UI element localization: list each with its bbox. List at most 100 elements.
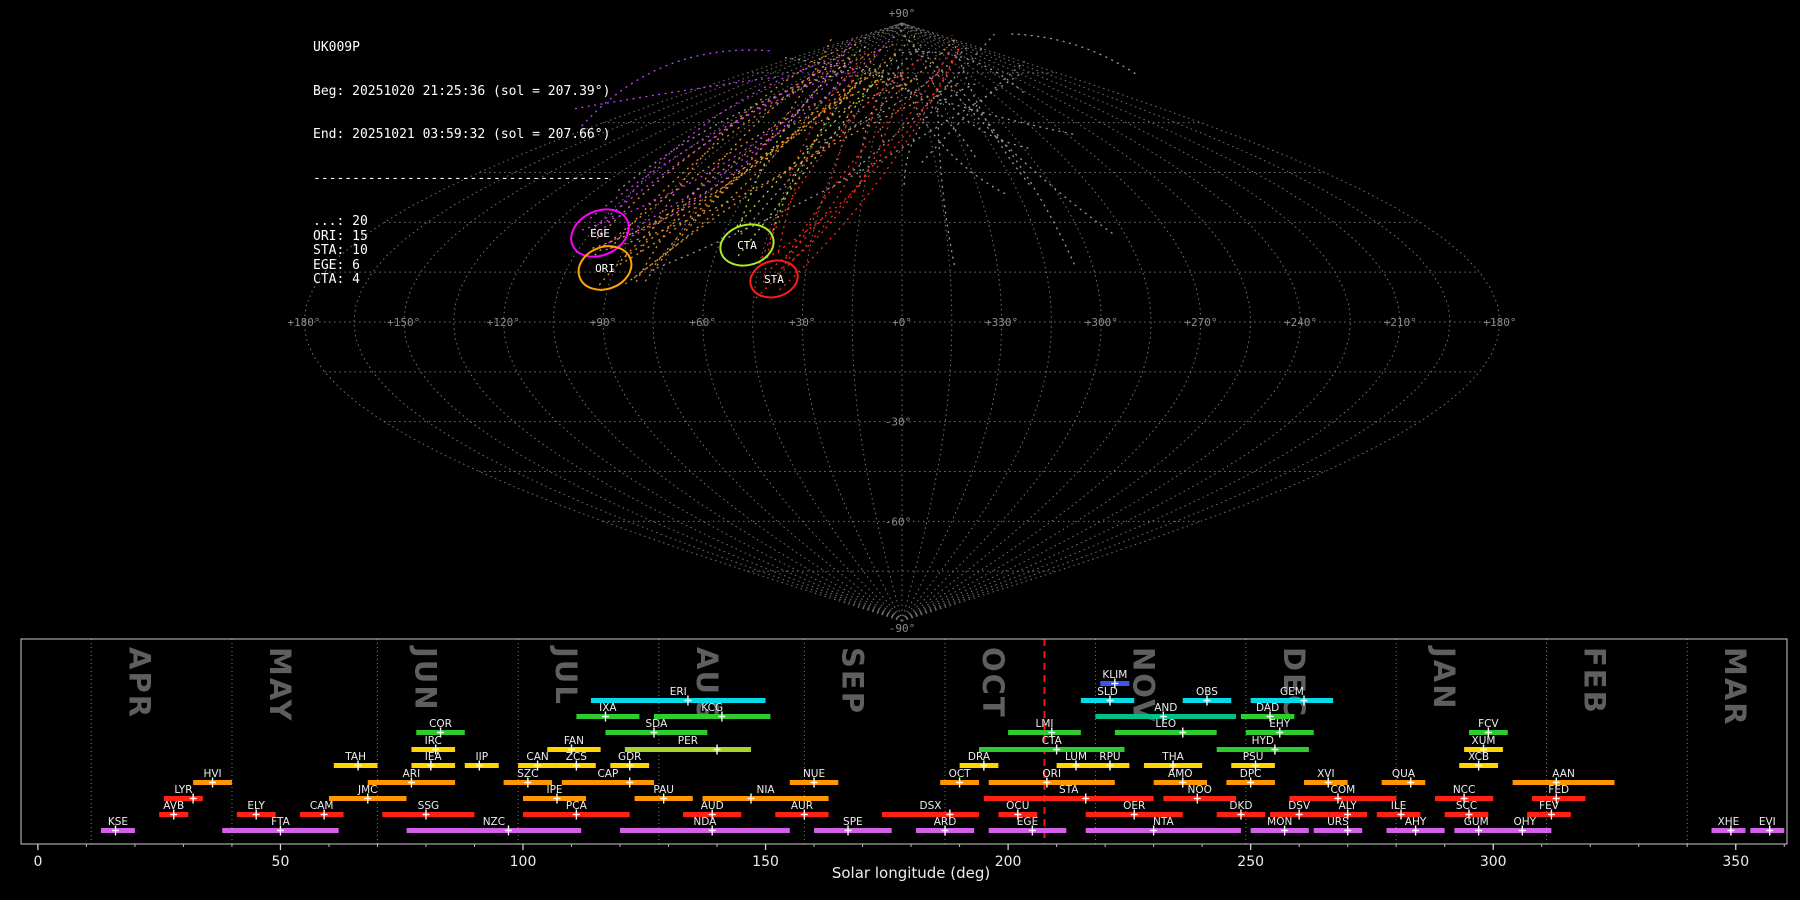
equator-longitude-label: +330°	[985, 316, 1018, 329]
shower-code-label: IEA	[425, 751, 443, 763]
shower-bar-GUM: GUM	[1454, 816, 1499, 836]
shower-code-label: MON	[1267, 816, 1292, 828]
shower-bar-SZC: SZC	[503, 768, 553, 788]
x-tick-label: 150	[752, 854, 779, 870]
shower-code-label: KCG	[701, 702, 723, 714]
x-tick-label: 50	[272, 854, 290, 870]
shower-bar-ERI: ERI	[590, 686, 766, 706]
shower-code-label: SPE	[843, 816, 863, 828]
shower-code-label: LMI	[1035, 718, 1053, 730]
count-line: CTA: 4	[313, 272, 360, 287]
shower-code-label: EGE	[1017, 816, 1038, 828]
meteor-radiant-report: EGE ORI CTA STA +180° +150° +120° +90° +60° +30° +…	[0, 0, 1800, 900]
shower-code-label: CTA	[1042, 735, 1063, 747]
shower-code-label: CAM	[310, 800, 334, 812]
shower-code-label: SLD	[1097, 686, 1118, 698]
shower-code-label: NDA	[693, 816, 717, 828]
shower-code-label: NIA	[756, 784, 775, 796]
shower-bar-AUR: AUR	[775, 800, 829, 820]
equator-longitude-label: +150°	[387, 316, 420, 329]
shower-bar-ARI: ARI	[367, 768, 456, 788]
shower-code-label: XVI	[1317, 768, 1334, 780]
shower-bar-URS: URS	[1313, 816, 1363, 836]
equator-longitude-label: +240°	[1284, 316, 1317, 329]
shower-code-label: TAH	[344, 751, 366, 763]
shower-code-label: IRC	[425, 735, 442, 747]
equator-longitude-label: +300°	[1085, 316, 1118, 329]
shower-code-label: DRA	[968, 751, 991, 763]
activity-bar	[1313, 828, 1363, 833]
meteor-trail	[776, 65, 854, 275]
shower-bar-ARD: ARD	[915, 816, 975, 836]
activity-bar	[590, 698, 766, 703]
pole-bottom-label: -90°	[889, 622, 916, 635]
shower-code-label: XHE	[1718, 816, 1740, 828]
month-label: MAY	[263, 647, 297, 723]
shower-code-label: NTA	[1153, 816, 1174, 828]
equator-longitude-label: +180°	[1483, 316, 1516, 329]
shower-bar-XHE: XHE	[1711, 816, 1746, 836]
equator-longitude-label: +90°	[590, 316, 617, 329]
pole-top-label: +90°	[889, 7, 916, 20]
equator-longitude-label: +0°	[892, 316, 912, 329]
shower-code-label: FAN	[564, 735, 584, 747]
meteor-trail	[880, 80, 1074, 135]
meteor-trail	[780, 56, 916, 80]
meteor-trail	[899, 51, 1024, 94]
trail-group-sporadic	[617, 29, 1136, 272]
activity-bar	[881, 812, 979, 817]
shower-bar-HVI: HVI	[193, 768, 232, 788]
equator-longitude-label: +180°	[287, 316, 320, 329]
meteor-trail	[605, 38, 956, 251]
x-tick-label: 350	[1722, 854, 1749, 870]
shower-code-label: PER	[678, 735, 698, 747]
shower-code-label: FEV	[1539, 800, 1560, 812]
header-divider: --------------------------------------	[313, 170, 611, 186]
activity-bar	[620, 828, 790, 833]
x-tick-label: 0	[33, 854, 42, 870]
shower-bar-DSX: DSX	[881, 800, 979, 820]
equator-longitude-label: +210°	[1384, 316, 1417, 329]
shower-bar-SSG: SSG	[382, 800, 475, 820]
x-tick-label: 250	[1237, 854, 1264, 870]
shower-code-label: PSU	[1243, 751, 1264, 763]
shower-bar-SLD: SLD	[1080, 686, 1135, 706]
meteor-trail	[937, 86, 955, 266]
activity-bar	[1085, 828, 1241, 833]
shower-bar-KCG: KCG	[653, 702, 771, 722]
shower-code-label: SCC	[1456, 800, 1477, 812]
equator-longitude-label: +30°	[789, 316, 816, 329]
x-tick-label: 100	[510, 854, 537, 870]
trail-group-ORI	[592, 32, 961, 286]
month-label: FEB	[1578, 647, 1612, 715]
shower-bar-ZCS: ZCS	[556, 751, 596, 771]
activity-bar	[814, 828, 892, 833]
count-line: ...: 20	[313, 214, 368, 229]
equator-longitude-label: +60°	[689, 316, 716, 329]
shower-bar-IXA: IXA	[576, 702, 640, 722]
shower-bar-KSE: KSE	[100, 816, 135, 836]
meteor-trails	[574, 29, 1136, 299]
shower-bar-QUA: QUA	[1381, 768, 1426, 788]
meteor-trail	[878, 82, 899, 144]
station-id: UK009P	[313, 40, 360, 55]
shower-code-label: GUM	[1464, 816, 1489, 828]
month-label: JAN	[1427, 645, 1461, 711]
shower-bar-EGE: EGE	[988, 816, 1067, 836]
shower-bar-RPU: RPU	[1090, 751, 1130, 771]
month-label: MAR	[1718, 647, 1752, 727]
meteor-trail	[763, 50, 869, 283]
activity-bar	[988, 828, 1067, 833]
shower-bar-PCA: PCA	[523, 800, 630, 820]
month-label: OCT	[976, 647, 1010, 719]
shower-code-label: IIP	[476, 751, 489, 763]
meteor-trail	[758, 57, 922, 264]
meteor-trail	[859, 40, 926, 185]
shower-counts: ...: 20 ORI: 15 STA: 10 EGE: 6 CTA: 4	[313, 214, 610, 288]
x-tick-label: 300	[1480, 854, 1507, 870]
shower-bar-FTA: FTA	[222, 816, 339, 836]
shower-code-label: URS	[1327, 816, 1349, 828]
observation-header: UK009P Beg: 20251020 21:25:36 (sol = 207…	[313, 12, 610, 317]
shower-code-label: EVI	[1759, 816, 1776, 828]
activity-bar	[988, 780, 1115, 785]
